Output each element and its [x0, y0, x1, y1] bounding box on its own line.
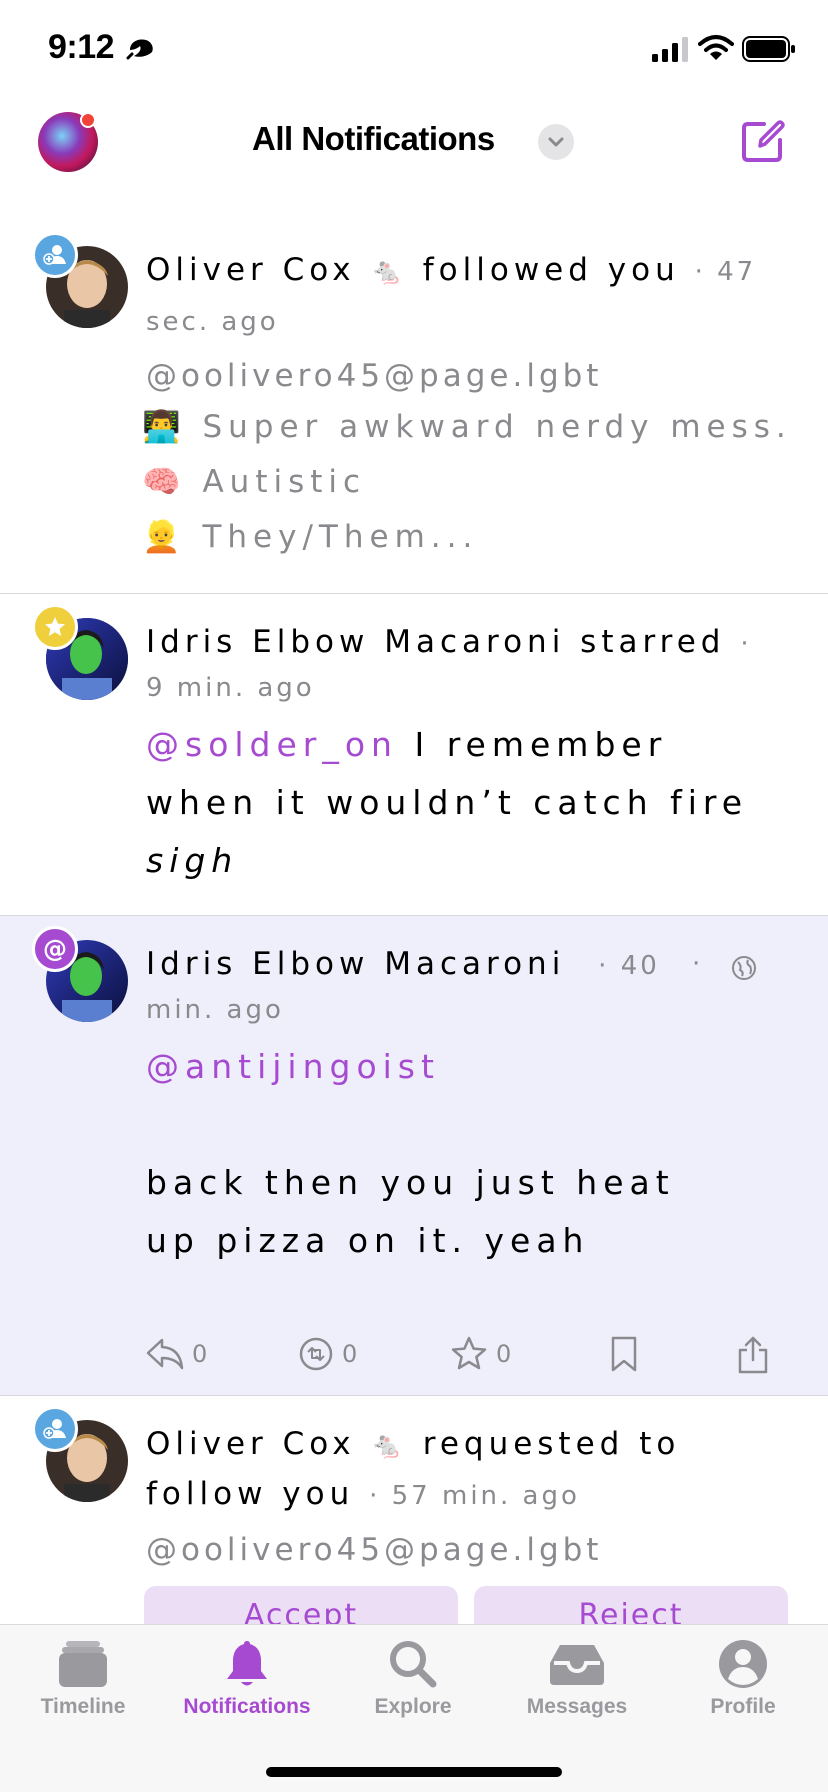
- notification-follow-request[interactable]: Oliver Cox 🐁 requested to follow you · 5…: [0, 1396, 828, 1626]
- tab-label: Timeline: [40, 1695, 126, 1718]
- post-text-italic: sigh: [146, 841, 239, 880]
- home-indicator: [266, 1767, 562, 1777]
- globe-icon: [732, 956, 756, 980]
- user-emoji: 🐁: [370, 257, 408, 287]
- user-name[interactable]: Idris Elbow Macaroni: [146, 624, 565, 660]
- boost-icon: [299, 1337, 333, 1371]
- tab-messages[interactable]: Messages: [502, 1637, 652, 1719]
- magnifier-icon: [390, 1641, 437, 1688]
- notification-action: followed you: [422, 252, 680, 288]
- at-sign-icon: @: [43, 935, 67, 963]
- notification-time: 9 min. ago: [146, 673, 315, 703]
- bio-text: They/Them...: [202, 519, 479, 555]
- share-icon: [738, 1336, 768, 1374]
- chevron-down-icon: [548, 137, 564, 147]
- notification-time: 40: [620, 951, 660, 981]
- user-emoji: 🐁: [370, 1431, 408, 1461]
- tab-label: Messages: [526, 1695, 628, 1718]
- mention-link[interactable]: @solder_on: [146, 725, 398, 764]
- battery-icon: [742, 36, 795, 62]
- unread-dot: [80, 112, 96, 128]
- add-person-icon: [43, 245, 66, 265]
- mention-badge: @: [32, 926, 78, 972]
- mention-link[interactable]: @antijingoist: [146, 1047, 440, 1086]
- notification-mention[interactable]: @ Idris Elbow Macaroni · 40 · min. ago @…: [0, 916, 828, 1396]
- timeline-icon: [59, 1641, 107, 1687]
- focus-icon: [126, 39, 153, 60]
- signal-icon: [652, 37, 688, 62]
- page-title[interactable]: All Notifications: [252, 120, 495, 158]
- accept-button[interactable]: Accept: [144, 1586, 458, 1626]
- post-text: I remember: [414, 725, 668, 764]
- post-text: back then you just heat: [146, 1163, 675, 1202]
- bio-emoji: 👨‍💻: [142, 409, 187, 445]
- add-person-icon: [43, 1419, 66, 1439]
- filter-dropdown[interactable]: [538, 124, 574, 160]
- user-name[interactable]: Oliver Cox: [146, 252, 356, 288]
- star-count: 0: [496, 1340, 512, 1368]
- star-icon: [45, 617, 65, 636]
- tab-label: Explore: [374, 1695, 452, 1718]
- notification-action: starred: [580, 624, 726, 660]
- notification-time: min. ago: [146, 995, 284, 1025]
- bio-text: Super awkward nerdy mess.: [202, 409, 792, 445]
- bio-text: Autistic: [202, 464, 367, 500]
- reply-count: 0: [192, 1340, 208, 1368]
- tab-notifications[interactable]: Notifications: [172, 1637, 322, 1719]
- notification-follow[interactable]: Oliver Cox 🐁 followed you · 47 sec. ago …: [0, 210, 828, 594]
- user-name[interactable]: Oliver Cox: [146, 1426, 356, 1462]
- tab-timeline[interactable]: Timeline: [8, 1637, 158, 1719]
- reply-icon: [146, 1338, 184, 1370]
- post-text: when it wouldn’t catch fire: [146, 783, 749, 822]
- reject-button[interactable]: Reject: [474, 1586, 788, 1626]
- notification-action: follow you: [146, 1476, 355, 1512]
- boost-count: 0: [342, 1340, 358, 1368]
- share-button[interactable]: [736, 1336, 770, 1374]
- follow-badge: [32, 1406, 78, 1452]
- status-bar: 9:12: [0, 0, 828, 100]
- post-text: up pizza on it. yeah: [146, 1221, 590, 1260]
- compose-icon[interactable]: [740, 118, 786, 164]
- post-actions: 0 0 0: [146, 1336, 786, 1386]
- star-outline-icon: [451, 1336, 487, 1370]
- tab-profile[interactable]: Profile: [668, 1637, 818, 1719]
- bio-emoji: 🧠: [142, 464, 187, 500]
- tab-label: Profile: [710, 1695, 776, 1718]
- star-button[interactable]: 0: [450, 1336, 511, 1372]
- bookmark-button[interactable]: [610, 1336, 638, 1372]
- status-time: 9:12: [48, 28, 115, 66]
- inbox-icon: [550, 1645, 604, 1685]
- person-icon: [719, 1640, 767, 1688]
- wifi-icon: [698, 35, 734, 60]
- bio-emoji: 👱: [142, 519, 187, 555]
- header: All Notifications: [0, 100, 828, 200]
- bell-icon: [227, 1641, 267, 1686]
- tab-label: Notifications: [183, 1695, 311, 1718]
- user-handle: @oolivero45@page.lgbt: [146, 358, 603, 394]
- tab-explore[interactable]: Explore: [338, 1637, 488, 1719]
- user-handle: @oolivero45@page.lgbt: [146, 1532, 603, 1568]
- boost-button[interactable]: 0: [298, 1336, 357, 1372]
- bookmark-icon: [611, 1336, 637, 1372]
- notification-action: requested to: [422, 1426, 681, 1462]
- follow-badge: [32, 232, 78, 278]
- notification-time: 57 min. ago: [391, 1481, 580, 1511]
- reply-button[interactable]: 0: [146, 1336, 207, 1372]
- star-badge: [32, 604, 78, 650]
- user-name[interactable]: Idris Elbow Macaroni: [146, 946, 565, 982]
- notification-star[interactable]: Idris Elbow Macaroni starred · 9 min. ag…: [0, 594, 828, 916]
